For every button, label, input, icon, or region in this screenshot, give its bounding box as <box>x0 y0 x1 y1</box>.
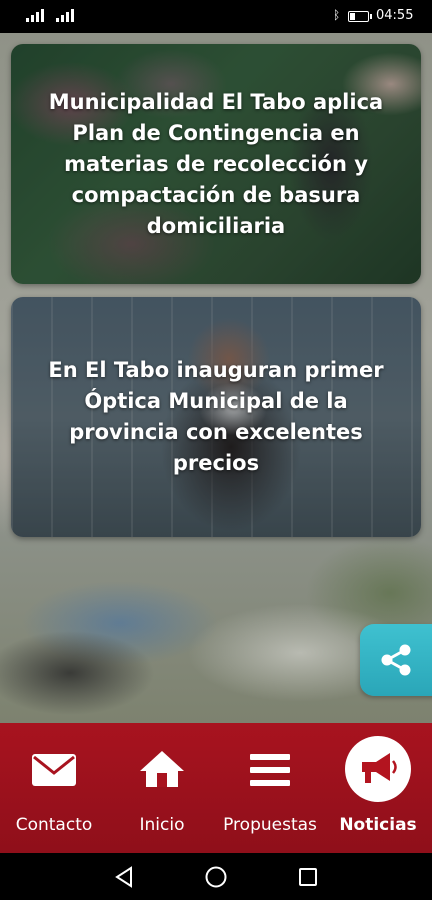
envelope-icon <box>32 754 76 786</box>
nav-label: Inicio <box>139 815 185 835</box>
recents-icon <box>299 867 317 886</box>
nav-item-contacto[interactable]: Contacto <box>0 723 108 853</box>
back-icon <box>115 865 132 888</box>
clock: 04:55 <box>376 8 414 23</box>
back-button[interactable] <box>94 853 154 900</box>
nav-label: Noticias <box>339 815 417 835</box>
share-button[interactable] <box>360 624 432 696</box>
nav-item-noticias[interactable]: Noticias <box>324 723 432 853</box>
home-icon <box>140 751 184 787</box>
nav-label: Propuestas <box>223 815 317 835</box>
recents-button[interactable] <box>278 853 338 900</box>
bluetooth-icon: ᛒ <box>333 8 341 22</box>
news-title: En El Tabo inauguran primer Óptica Munic… <box>48 358 384 475</box>
home-circle-icon <box>205 866 227 887</box>
signal-strength-icon <box>26 9 44 22</box>
system-nav-bar <box>0 853 432 900</box>
nav-item-inicio[interactable]: Inicio <box>108 723 216 853</box>
news-card[interactable]: En El Tabo inauguran primer Óptica Munic… <box>11 297 421 537</box>
status-bar: ᛒ 04:55 <box>0 0 432 33</box>
active-tab-indicator <box>345 736 411 802</box>
bottom-nav: Contacto Inicio Propuestas Noticias <box>0 723 432 853</box>
news-card[interactable]: Municipalidad El Tabo aplica Plan de Con… <box>11 44 421 284</box>
nav-item-propuestas[interactable]: Propuestas <box>216 723 324 853</box>
home-button[interactable] <box>186 853 246 900</box>
nav-label: Contacto <box>15 815 93 835</box>
megaphone-icon <box>362 753 397 783</box>
menu-icon <box>250 754 290 786</box>
signal-strength-icon <box>56 9 74 22</box>
news-title: Municipalidad El Tabo aplica Plan de Con… <box>48 89 384 238</box>
share-icon <box>381 644 411 676</box>
battery-icon <box>348 11 372 22</box>
